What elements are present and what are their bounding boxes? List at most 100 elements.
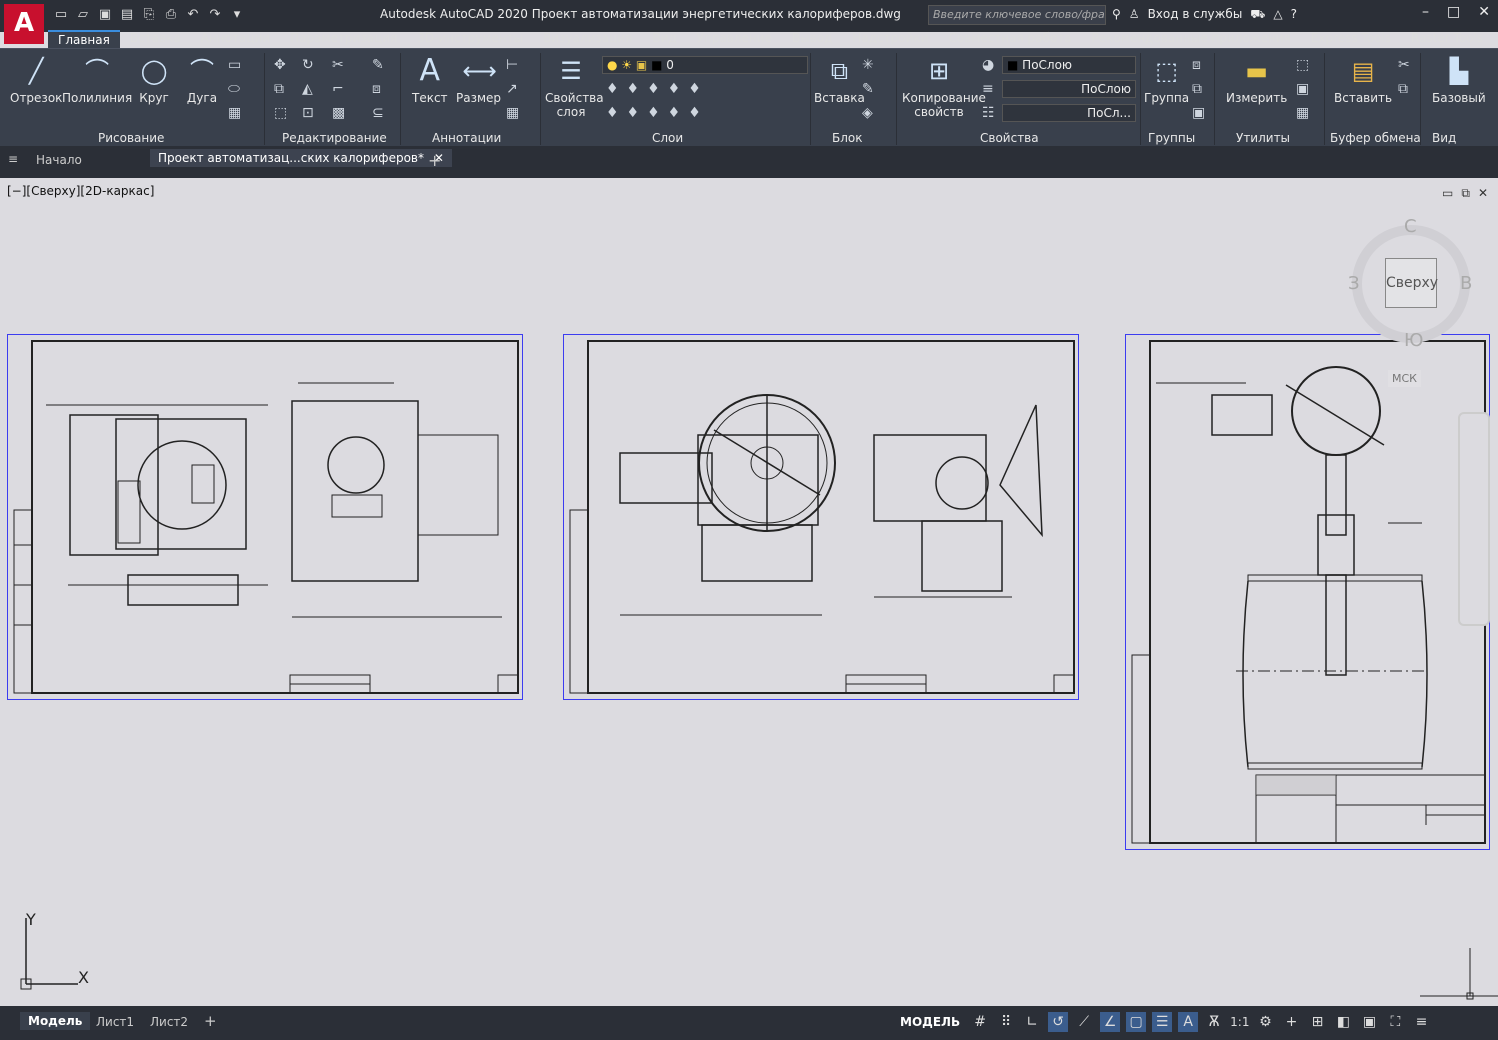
line-tool[interactable]: ╱ Отрезок bbox=[10, 55, 62, 105]
network-icon[interactable]: △ bbox=[1273, 7, 1282, 23]
open-icon[interactable]: ▱ bbox=[74, 6, 92, 24]
match-properties-tool[interactable]: ⊞ Копирование свойств bbox=[902, 55, 986, 119]
lineweight-icon[interactable]: ≡ bbox=[982, 81, 994, 97]
fillet-icon[interactable]: ⌐ bbox=[332, 81, 344, 97]
tab-output[interactable]: Вывод bbox=[782, 30, 842, 48]
draw-panel-label[interactable]: Рисование bbox=[98, 131, 164, 145]
layer-properties-tool[interactable]: ☰ Свойства слоя bbox=[545, 55, 604, 119]
model-space-button[interactable]: МОДЕЛЬ bbox=[896, 1015, 964, 1029]
graphics-performance-icon[interactable]: ▣ bbox=[1359, 1012, 1379, 1032]
rotate-icon[interactable]: ↻ bbox=[302, 57, 314, 73]
tab-start[interactable]: Начало bbox=[36, 153, 82, 167]
layer-tools-row1-icon[interactable]: ♦♦♦♦♦ bbox=[606, 81, 709, 97]
erase-icon[interactable]: ✎ bbox=[372, 57, 384, 73]
move-icon[interactable]: ✥ bbox=[274, 57, 286, 73]
attribute-icon[interactable]: ◈ bbox=[862, 105, 873, 121]
leader-icon[interactable]: ↗ bbox=[506, 81, 518, 97]
polar-icon[interactable]: ↺ bbox=[1048, 1012, 1069, 1032]
cut-icon[interactable]: ✂ bbox=[1398, 57, 1410, 73]
redo-icon[interactable]: ↷ bbox=[206, 6, 224, 24]
units-icon[interactable]: ⊞ bbox=[1307, 1012, 1327, 1032]
undo-icon[interactable]: ↶ bbox=[184, 6, 202, 24]
mirror-icon[interactable]: ◭ bbox=[302, 81, 313, 97]
layer-dropdown[interactable]: ● ☀ ▣ ■ 0 bbox=[602, 56, 808, 74]
tab-collaborate[interactable]: Совместная работа bbox=[938, 30, 1081, 48]
close-icon[interactable]: ✕ bbox=[1478, 4, 1490, 20]
quick-select-icon[interactable]: ⬚ bbox=[1296, 57, 1309, 73]
tab-manage[interactable]: Управление bbox=[687, 30, 782, 48]
autocad-logo[interactable]: A bbox=[4, 4, 44, 44]
vp-restore-icon[interactable]: ⧉ bbox=[1461, 186, 1470, 201]
help-icon[interactable]: ? bbox=[1291, 7, 1297, 23]
grid-icon[interactable]: # bbox=[970, 1012, 990, 1032]
viewport-label[interactable]: [−][Сверху][2D-каркас] bbox=[7, 184, 154, 198]
new-tab-icon[interactable]: + bbox=[428, 151, 441, 170]
tab-parametric[interactable]: Параметризация bbox=[280, 30, 407, 48]
hatch-icon[interactable]: ⬭ bbox=[228, 81, 240, 97]
tab-document[interactable]: Проект автоматизац...ских калориферов* ✕ bbox=[150, 149, 452, 167]
layout-tab-sheet1[interactable]: Лист1 bbox=[96, 1015, 134, 1029]
binoculars-icon[interactable]: ⚲ bbox=[1112, 7, 1121, 23]
tab-raster-tools[interactable]: Raster Tools bbox=[1401, 30, 1493, 48]
copy-clip-icon[interactable]: ⧉ bbox=[1398, 81, 1408, 97]
isometric-icon[interactable]: ⟋ bbox=[1074, 1012, 1094, 1032]
offset-icon[interactable]: ⊆ bbox=[372, 105, 384, 121]
polyline-tool[interactable]: ⌒ Полилиния bbox=[62, 55, 132, 105]
properties-panel-label[interactable]: Свойства bbox=[980, 131, 1039, 145]
copy-icon[interactable]: ⧉ bbox=[274, 81, 284, 97]
tab-home[interactable]: Главная bbox=[48, 30, 120, 48]
insert-block-tool[interactable]: ⧉ Вставка bbox=[814, 55, 865, 105]
workspace-gear-icon[interactable]: ⚙ bbox=[1255, 1012, 1275, 1032]
user-icon[interactable]: ♙ bbox=[1129, 7, 1140, 23]
add-icon[interactable]: + bbox=[1281, 1012, 1301, 1032]
viewcube-north[interactable]: С bbox=[1404, 216, 1417, 237]
rectangle-icon[interactable]: ▭ bbox=[228, 57, 241, 73]
layer-tools-row2-icon[interactable]: ♦♦♦♦♦ bbox=[606, 105, 709, 121]
circle-tool[interactable]: ◯ Круг bbox=[138, 55, 170, 105]
drawing-sheet-1[interactable] bbox=[7, 334, 523, 700]
vp-close-icon[interactable]: ✕ bbox=[1478, 186, 1488, 201]
fullscreen-icon[interactable]: ⛶ bbox=[1385, 1012, 1405, 1032]
clipboard-panel-label[interactable]: Буфер обмена bbox=[1330, 131, 1421, 145]
add-layout-icon[interactable]: + bbox=[204, 1012, 217, 1030]
linetype-dropdown[interactable]: ПоСлою bbox=[1002, 80, 1136, 98]
tab-view[interactable]: Вид bbox=[642, 30, 686, 48]
gradient-icon[interactable]: ▦ bbox=[228, 105, 241, 121]
linear-dim-icon[interactable]: ⊢ bbox=[506, 57, 518, 73]
menu-icon[interactable]: ≡ bbox=[8, 152, 18, 166]
paste-tool[interactable]: ▤ Вставить bbox=[1334, 55, 1392, 105]
dimension-tool[interactable]: ⟷ Размер bbox=[456, 55, 501, 105]
publish-icon[interactable]: ⎘ bbox=[140, 6, 158, 24]
drawing-sheet-3[interactable] bbox=[1125, 334, 1490, 850]
snap-icon[interactable]: ⠿ bbox=[996, 1012, 1016, 1032]
drawing-sheet-2[interactable] bbox=[563, 334, 1079, 700]
layout-tab-sheet2[interactable]: Лист2 bbox=[150, 1015, 188, 1029]
edit-block-icon[interactable]: ✎ bbox=[862, 81, 874, 97]
ortho-icon[interactable]: ∟ bbox=[1022, 1012, 1042, 1032]
save-as-icon[interactable]: ▤ bbox=[118, 6, 136, 24]
maximize-icon[interactable]: □ bbox=[1447, 4, 1460, 20]
annotation-scale[interactable]: 1:1 bbox=[1230, 1015, 1249, 1029]
drawing-canvas[interactable]: [−][Сверху][2D-каркас] ▭ ⧉ ✕ Сверху С Ю … bbox=[0, 178, 1498, 1006]
customize-icon[interactable]: ▾ bbox=[228, 6, 246, 24]
tab-addins[interactable]: Надстройки bbox=[842, 30, 938, 48]
scale-icon[interactable]: ⊡ bbox=[302, 105, 314, 121]
trim-icon[interactable]: ✂ bbox=[332, 57, 344, 73]
annotation-visibility-icon[interactable]: A bbox=[1178, 1012, 1199, 1032]
block-panel-label[interactable]: Блок bbox=[832, 131, 863, 145]
tab-express-tools[interactable]: Express Tools bbox=[1301, 30, 1401, 48]
color-wheel-icon[interactable]: ◕ bbox=[982, 57, 994, 73]
ungroup-icon[interactable]: ⧈ bbox=[1192, 57, 1201, 73]
modify-panel-label[interactable]: Редактирование bbox=[282, 131, 387, 145]
utilities-panel-label[interactable]: Утилиты bbox=[1236, 131, 1290, 145]
plot-icon[interactable]: ⎙ bbox=[162, 6, 180, 24]
layers-panel-label[interactable]: Слои bbox=[652, 131, 683, 145]
measure-tool[interactable]: ▬ Измерить bbox=[1226, 55, 1287, 105]
customization-menu-icon[interactable]: ≡ bbox=[1411, 1012, 1431, 1032]
viewcube-west[interactable]: З bbox=[1348, 273, 1360, 294]
tab-insert[interactable]: Вставка bbox=[120, 30, 191, 48]
auto-scale-icon[interactable]: Ѫ bbox=[1204, 1012, 1224, 1032]
viewcube-top-face[interactable]: Сверху bbox=[1385, 258, 1438, 308]
calculator-icon[interactable]: ▦ bbox=[1296, 105, 1309, 121]
lineweight-dropdown[interactable]: ПоСл... bbox=[1002, 104, 1136, 122]
